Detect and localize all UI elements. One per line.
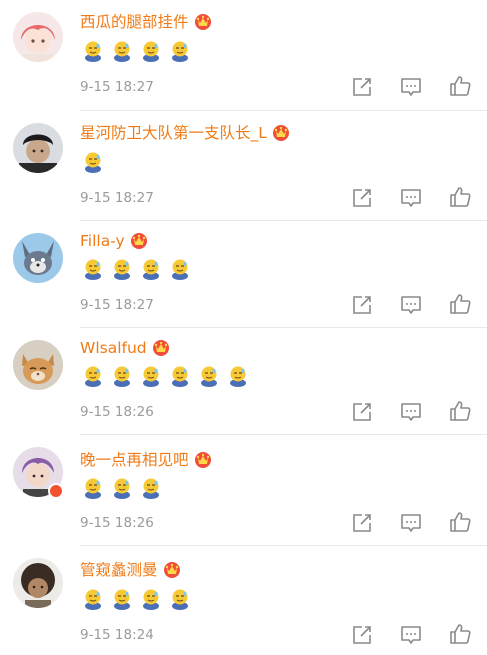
share-icon[interactable] bbox=[351, 294, 373, 316]
emoji-icon bbox=[85, 366, 101, 387]
verified-badge bbox=[48, 483, 64, 499]
share-icon[interactable] bbox=[351, 187, 373, 209]
emoji-icon bbox=[172, 366, 188, 387]
emoji-icon bbox=[114, 366, 130, 387]
username[interactable]: Filla-y bbox=[80, 231, 149, 251]
username[interactable]: 晚一点再相见吧 bbox=[80, 450, 213, 470]
like-icon[interactable] bbox=[449, 400, 471, 422]
emoji-row bbox=[83, 588, 190, 610]
avatar[interactable] bbox=[13, 12, 63, 62]
emoji-icon bbox=[230, 366, 246, 387]
emoji-icon bbox=[172, 259, 188, 280]
emoji-row bbox=[83, 365, 248, 387]
emoji-icon bbox=[143, 366, 159, 387]
crown-icon bbox=[194, 452, 211, 468]
comment-icon[interactable] bbox=[400, 187, 422, 209]
comment-time: 9-15 18:27 bbox=[80, 79, 154, 95]
emoji-icon bbox=[143, 41, 159, 62]
like-icon[interactable] bbox=[449, 511, 471, 533]
emoji-icon bbox=[143, 478, 159, 499]
emoji-icon bbox=[114, 589, 130, 610]
comment-icon[interactable] bbox=[400, 624, 422, 646]
share-icon[interactable] bbox=[351, 401, 373, 423]
comment-time: 9-15 18:27 bbox=[80, 190, 154, 206]
comment-time: 9-15 18:26 bbox=[80, 404, 154, 420]
crown-icon bbox=[163, 562, 180, 578]
like-icon[interactable] bbox=[449, 623, 471, 645]
emoji-row bbox=[83, 40, 190, 62]
crown-icon bbox=[130, 233, 147, 249]
like-icon[interactable] bbox=[449, 186, 471, 208]
comment-icon[interactable] bbox=[400, 512, 422, 534]
divider bbox=[80, 220, 487, 221]
username[interactable]: 管窥蠡测曼 bbox=[80, 560, 182, 580]
avatar[interactable] bbox=[13, 558, 63, 608]
crown-icon bbox=[152, 340, 169, 356]
emoji-icon bbox=[85, 259, 101, 280]
comment-time: 9-15 18:26 bbox=[80, 515, 154, 531]
like-icon[interactable] bbox=[449, 293, 471, 315]
divider bbox=[80, 327, 487, 328]
emoji-icon bbox=[85, 478, 101, 499]
emoji-row bbox=[83, 258, 190, 280]
divider bbox=[80, 545, 487, 546]
comment-time: 9-15 18:24 bbox=[80, 627, 154, 643]
like-icon[interactable] bbox=[449, 75, 471, 97]
username[interactable]: Wlsalfud bbox=[80, 338, 171, 358]
username[interactable]: 西瓜的腿部挂件 bbox=[80, 12, 213, 32]
crown-icon bbox=[272, 125, 289, 141]
emoji-icon bbox=[85, 589, 101, 610]
share-icon[interactable] bbox=[351, 624, 373, 646]
avatar[interactable] bbox=[13, 340, 63, 390]
emoji-icon bbox=[143, 589, 159, 610]
emoji-icon bbox=[85, 41, 101, 62]
comment-time: 9-15 18:27 bbox=[80, 297, 154, 313]
emoji-icon bbox=[143, 259, 159, 280]
emoji-icon bbox=[114, 259, 130, 280]
emoji-icon bbox=[85, 152, 101, 173]
comment-icon[interactable] bbox=[400, 294, 422, 316]
emoji-icon bbox=[201, 366, 217, 387]
emoji-row bbox=[83, 151, 103, 173]
comment-icon[interactable] bbox=[400, 76, 422, 98]
emoji-icon bbox=[114, 478, 130, 499]
avatar[interactable] bbox=[13, 123, 63, 173]
username[interactable]: 星河防卫大队第一支队长_L bbox=[80, 123, 291, 143]
divider bbox=[80, 110, 487, 111]
emoji-row bbox=[83, 477, 161, 499]
emoji-icon bbox=[172, 41, 188, 62]
emoji-icon bbox=[114, 41, 130, 62]
divider bbox=[80, 434, 487, 435]
share-icon[interactable] bbox=[351, 76, 373, 98]
emoji-icon bbox=[172, 589, 188, 610]
share-icon[interactable] bbox=[351, 512, 373, 534]
comment-icon[interactable] bbox=[400, 401, 422, 423]
crown-icon bbox=[194, 14, 211, 30]
avatar[interactable] bbox=[13, 233, 63, 283]
